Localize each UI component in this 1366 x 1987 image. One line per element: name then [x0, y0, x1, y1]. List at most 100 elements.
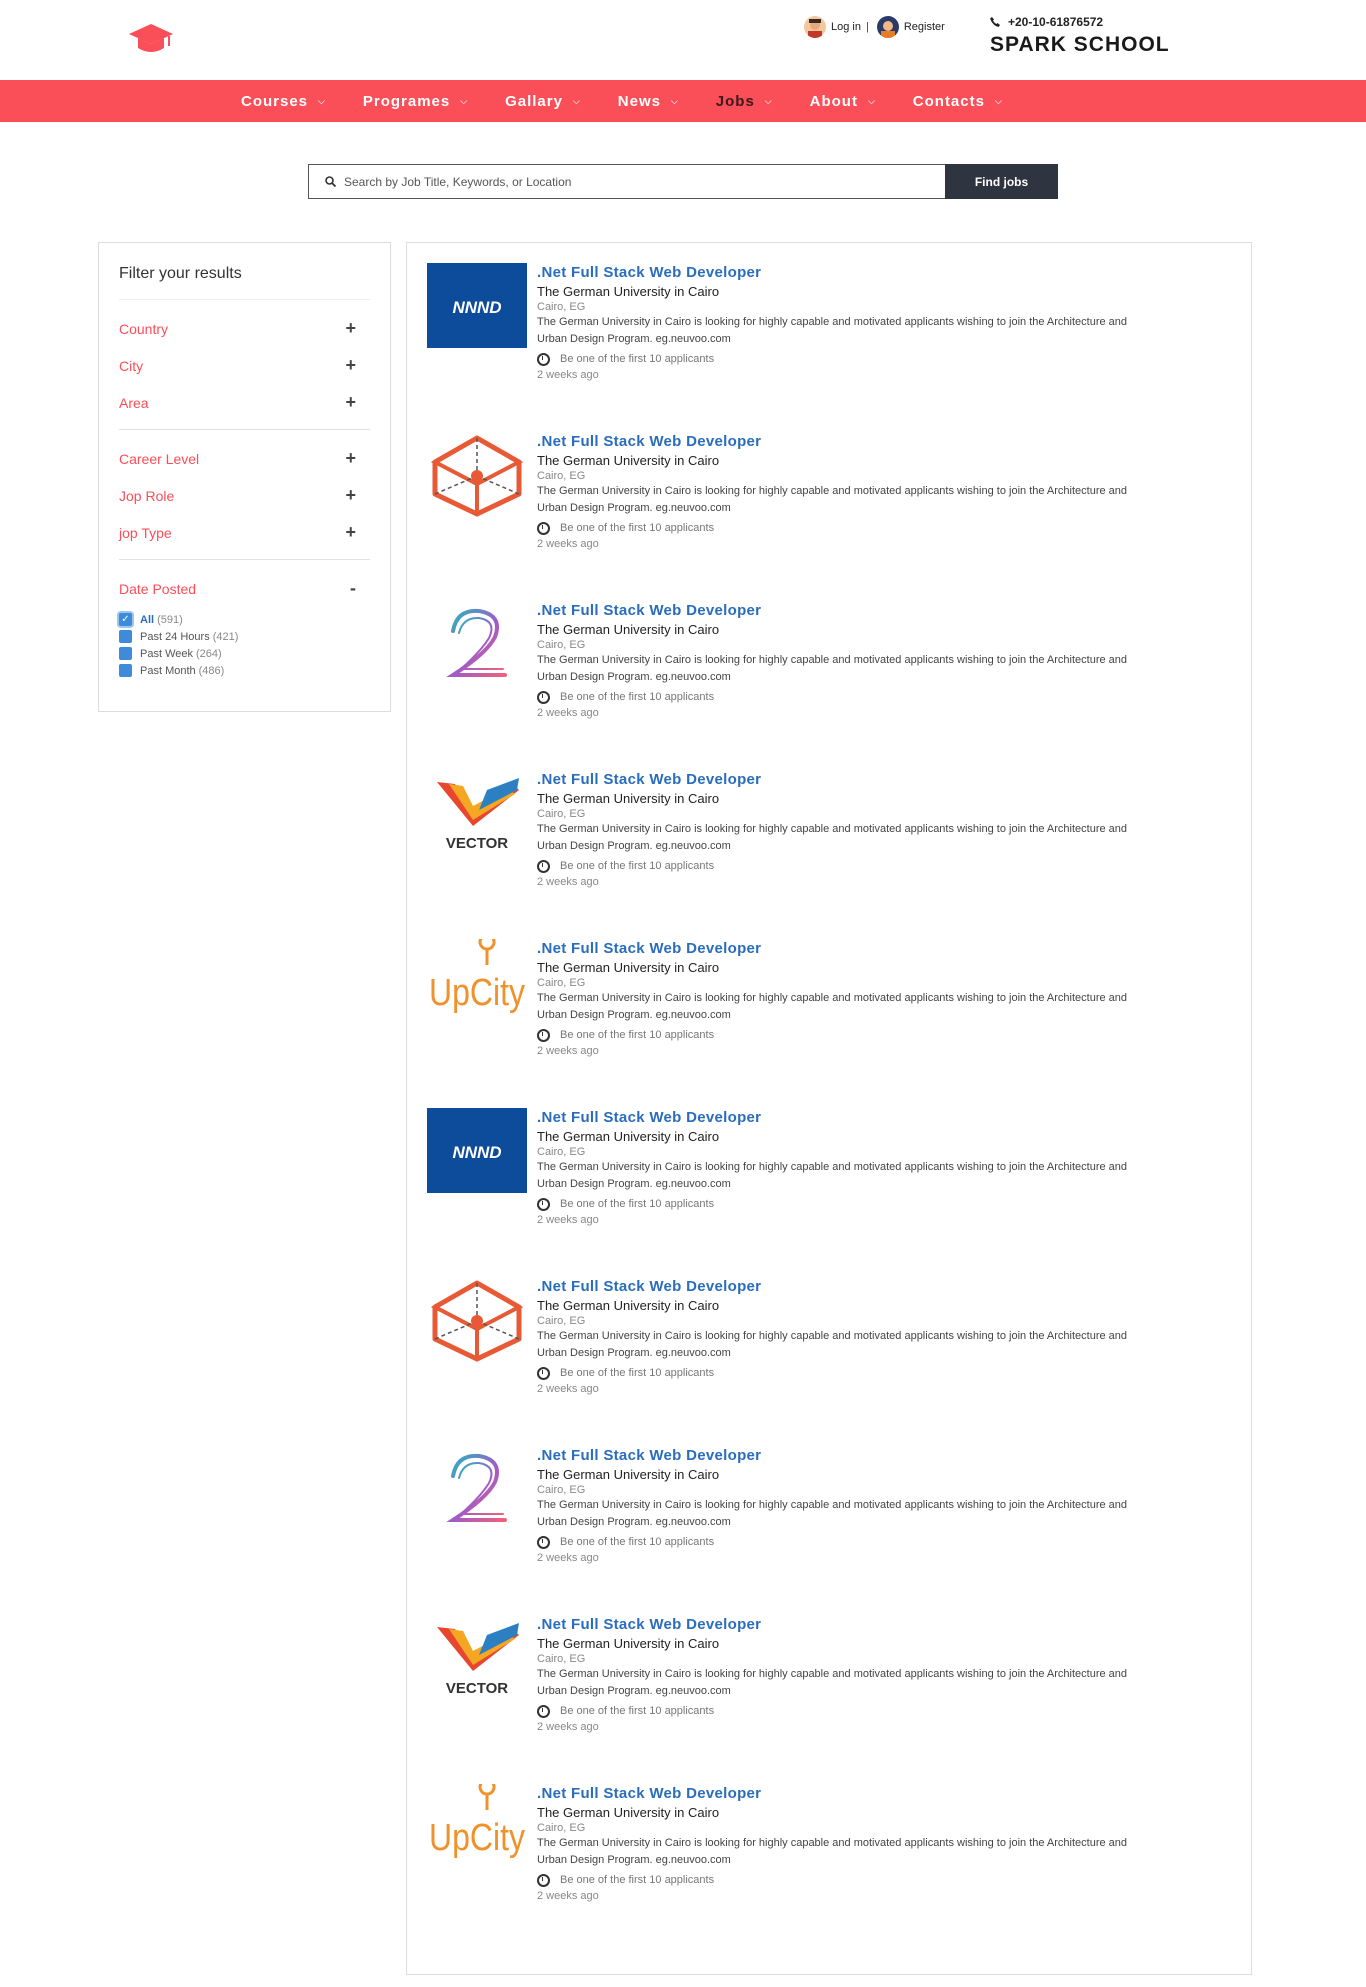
job-applicants: Be one of the first 10 applicants: [537, 1026, 1237, 1044]
search-input[interactable]: [344, 174, 924, 189]
job-posted: 2 weeks ago: [537, 1045, 599, 1057]
job-posted: 2 weeks ago: [537, 1383, 599, 1395]
job-description: The German University in Cairo is lookin…: [537, 823, 1128, 835]
job-card: VECTOR .Net Full Stack Web Developer The…: [427, 1595, 1237, 1755]
filter-jop-type[interactable]: jop Type +: [119, 514, 370, 551]
top-header: Log in | Register +20-10-61876572 SPARK …: [0, 0, 1366, 80]
job-company: The German University in Cairo: [537, 622, 720, 637]
chevron-down-icon: ⌵: [318, 95, 326, 106]
plus-icon[interactable]: +: [345, 318, 356, 339]
search-box: [308, 164, 945, 199]
company-logo[interactable]: VECTOR: [427, 1615, 527, 1700]
job-title-link[interactable]: .Net Full Stack Web Developer: [537, 1108, 1237, 1128]
date-option-all[interactable]: ✓ All (591): [119, 611, 370, 628]
nav-about[interactable]: About ⌵: [810, 80, 876, 122]
job-applicants: Be one of the first 10 applicants: [537, 519, 1237, 537]
job-description-source: Urban Design Program. eg.neuvoo.com: [537, 1178, 731, 1190]
job-results: NNND .Net Full Stack Web Developer The G…: [406, 242, 1252, 1975]
plus-icon[interactable]: +: [345, 392, 356, 413]
graduation-cap-icon[interactable]: [127, 20, 175, 56]
job-applicants: Be one of the first 10 applicants: [537, 1702, 1237, 1720]
nav-courses[interactable]: Courses ⌵: [241, 80, 326, 122]
job-card: UpCity .Net Full Stack Web Developer The…: [427, 1764, 1237, 1924]
job-card: .Net Full Stack Web Developer The German…: [427, 1426, 1237, 1586]
job-company: The German University in Cairo: [537, 1129, 720, 1144]
plus-icon[interactable]: +: [345, 448, 356, 469]
nav-label: Programes: [362, 92, 451, 110]
clock-icon: [537, 690, 550, 704]
job-location: Cairo, EG: [537, 1315, 586, 1327]
job-applicants: Be one of the first 10 applicants: [537, 1871, 1237, 1889]
nav-label: About: [809, 92, 858, 110]
plus-icon[interactable]: +: [345, 522, 356, 543]
filter-date-posted[interactable]: Date Posted -: [119, 570, 370, 607]
company-logo[interactable]: [427, 432, 527, 517]
job-posted: 2 weeks ago: [537, 1721, 599, 1733]
nav-label: Gallary: [505, 92, 563, 110]
job-title-link[interactable]: .Net Full Stack Web Developer: [537, 770, 1237, 790]
company-logo[interactable]: [427, 1277, 527, 1362]
brand-name: SPARK SCHOOL: [990, 33, 1170, 56]
job-location: Cairo, EG: [537, 1822, 586, 1834]
job-description-source: Urban Design Program. eg.neuvoo.com: [537, 840, 731, 852]
job-title-link[interactable]: .Net Full Stack Web Developer: [537, 939, 1237, 959]
company-logo[interactable]: UpCity: [427, 1778, 527, 1869]
job-title-link[interactable]: .Net Full Stack Web Developer: [537, 263, 1237, 283]
applicants-text: Be one of the first 10 applicants: [560, 522, 715, 534]
job-posted: 2 weeks ago: [537, 538, 599, 550]
job-description: The German University in Cairo is lookin…: [537, 1161, 1128, 1173]
minus-icon[interactable]: -: [350, 578, 356, 599]
filter-group-date: Date Posted - ✓ All (591) Past 24 Hours (421…: [119, 560, 370, 687]
checkbox[interactable]: [119, 664, 132, 677]
nnnd-logo-icon: NNND: [427, 263, 527, 348]
two-logo-icon: [446, 1453, 507, 1522]
nav-news[interactable]: News ⌵: [618, 80, 679, 122]
job-description: The German University in Cairo is lookin…: [537, 1499, 1128, 1511]
filter-jop-role[interactable]: Jop Role +: [119, 477, 370, 514]
job-posted: 2 weeks ago: [537, 369, 599, 381]
filter-city[interactable]: City +: [119, 347, 370, 384]
company-logo[interactable]: VECTOR: [427, 770, 527, 855]
company-logo[interactable]: [427, 601, 527, 686]
checkbox[interactable]: [119, 647, 132, 660]
checkbox[interactable]: [119, 630, 132, 643]
job-title-link[interactable]: .Net Full Stack Web Developer: [537, 1446, 1237, 1466]
company-logo[interactable]: NNND: [427, 263, 527, 348]
job-company: The German University in Cairo: [537, 791, 720, 806]
date-option-24h[interactable]: Past 24 Hours (421): [119, 628, 370, 645]
date-option-month[interactable]: Past Month (486): [119, 662, 370, 679]
job-title-link[interactable]: .Net Full Stack Web Developer: [537, 601, 1237, 621]
register-link[interactable]: Register: [904, 21, 945, 33]
checkbox-checked[interactable]: ✓: [119, 613, 132, 626]
login-link[interactable]: Log in: [831, 21, 861, 33]
filter-label: City: [119, 357, 144, 374]
job-title-link[interactable]: .Net Full Stack Web Developer: [537, 1615, 1237, 1635]
company-logo[interactable]: UpCity: [427, 933, 527, 1024]
filter-area[interactable]: Area +: [119, 384, 370, 421]
job-card: .Net Full Stack Web Developer The German…: [427, 1257, 1237, 1417]
job-title-link[interactable]: .Net Full Stack Web Developer: [537, 432, 1237, 452]
job-title-link[interactable]: .Net Full Stack Web Developer: [537, 1784, 1237, 1804]
plus-icon[interactable]: +: [345, 485, 356, 506]
applicants-text: Be one of the first 10 applicants: [560, 1536, 715, 1548]
nav-contacts[interactable]: Contacts ⌵: [913, 80, 1003, 122]
nav-jobs[interactable]: Jobs ⌵: [716, 80, 773, 122]
job-description-source: Urban Design Program. eg.neuvoo.com: [537, 1685, 731, 1697]
company-logo[interactable]: [427, 1446, 527, 1531]
job-description-source: Urban Design Program. eg.neuvoo.com: [537, 1347, 731, 1359]
filter-label: Jop Role: [119, 487, 175, 504]
filter-career-level[interactable]: Career Level +: [119, 440, 370, 477]
nav-label: Courses: [241, 92, 309, 110]
job-title-link[interactable]: .Net Full Stack Web Developer: [537, 1277, 1237, 1297]
filter-country[interactable]: Country +: [119, 310, 370, 347]
date-option-week[interactable]: Past Week (264): [119, 645, 370, 662]
company-logo[interactable]: NNND: [427, 1108, 527, 1193]
nav-programes[interactable]: Programes ⌵: [363, 80, 468, 122]
find-jobs-button[interactable]: Find jobs: [945, 164, 1058, 199]
plus-icon[interactable]: +: [345, 355, 356, 376]
job-applicants: Be one of the first 10 applicants: [537, 350, 1237, 368]
nav-gallary[interactable]: Gallary ⌵: [505, 80, 581, 122]
date-options: ✓ All (591) Past 24 Hours (421) Past Week (2…: [119, 607, 370, 679]
job-description: The German University in Cairo is lookin…: [537, 485, 1128, 497]
job-applicants: Be one of the first 10 applicants: [537, 1195, 1237, 1213]
